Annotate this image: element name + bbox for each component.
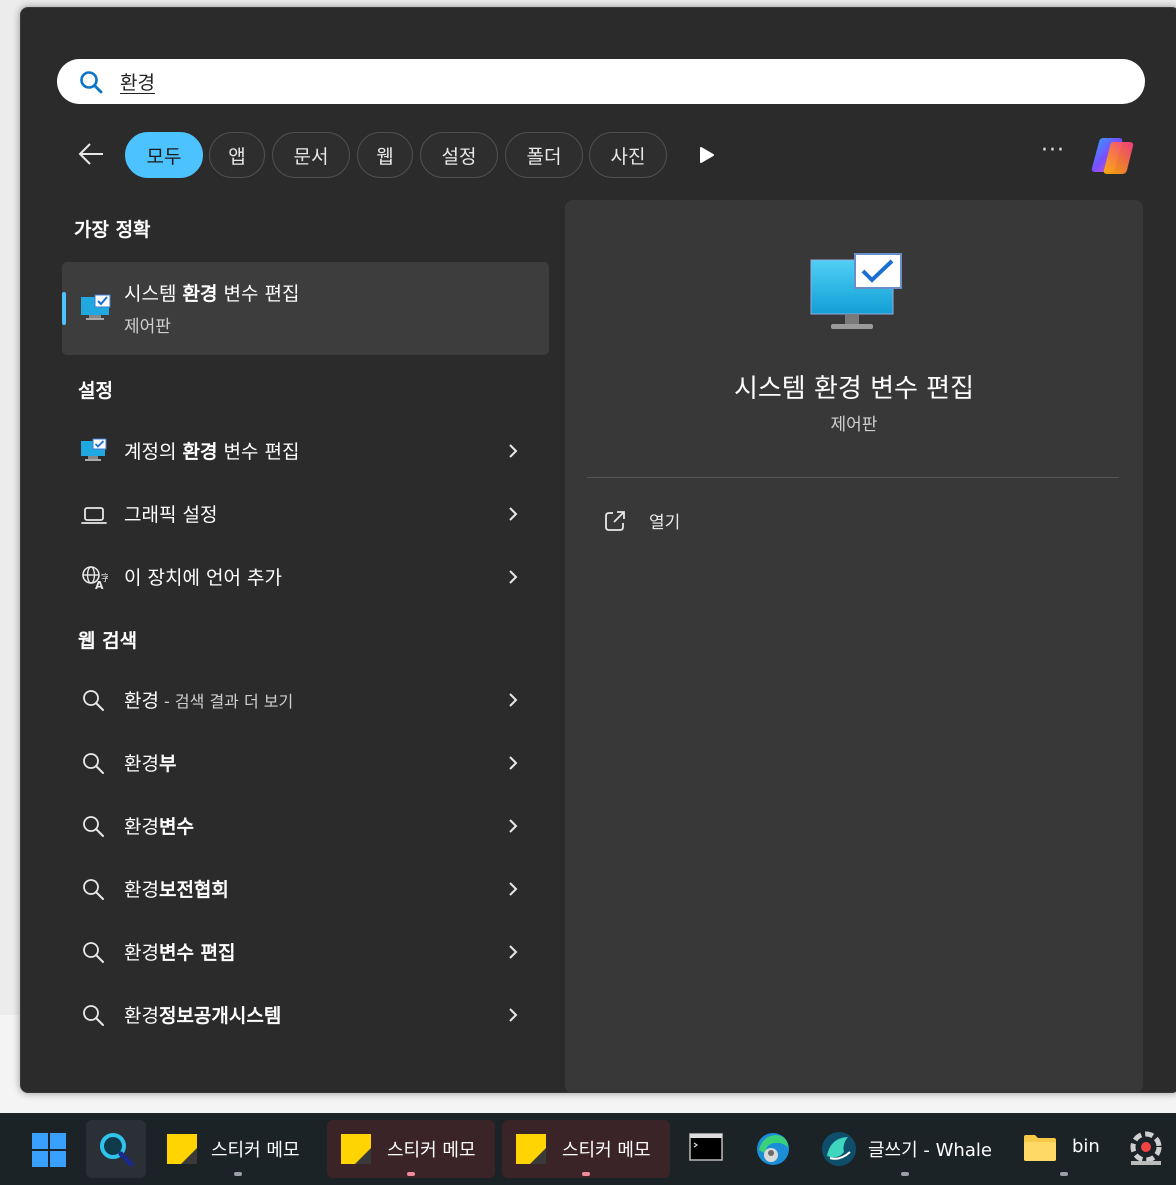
web-result-label: 환경변수 [124, 816, 194, 838]
terminal-icon [689, 1133, 723, 1161]
search-icon [83, 879, 104, 900]
settings-item-label: 이 장치에 언어 추가 [124, 567, 282, 589]
running-indicator [407, 1172, 415, 1176]
chevron-right-icon [509, 882, 518, 896]
best-match-subtitle: 제어판 [124, 317, 171, 337]
chevron-right-icon [509, 444, 518, 458]
taskbar-label: 글쓰기 - Whale [868, 1140, 992, 1161]
svg-text:字: 字 [101, 572, 108, 584]
windows-logo-icon [32, 1133, 66, 1167]
taskbar-sticky-notes-3[interactable]: 스티커 메모 [502, 1120, 670, 1178]
web-search-heading: 웹 검색 [78, 630, 138, 652]
taskbar-edge[interactable] [744, 1120, 800, 1178]
open-label: 열기 [649, 513, 681, 533]
running-indicator [1060, 1172, 1068, 1176]
detail-title: 시스템 환경 변수 편집 [733, 374, 975, 404]
taskbar-sticky-notes-2[interactable]: 스티커 메모 [327, 1120, 495, 1178]
search-input[interactable]: 환경 [120, 68, 155, 95]
best-match-title: 시스템 환경 변수 편집 [124, 283, 300, 305]
tab-documents[interactable]: 문서 [272, 132, 350, 178]
search-icon [100, 1133, 134, 1167]
monitor-check-icon [81, 438, 107, 461]
web-result-label: 환경보전협회 [124, 879, 229, 901]
search-icon [80, 71, 103, 94]
web-result-item[interactable]: 환경부 [62, 734, 549, 792]
search-icon [83, 1005, 104, 1026]
best-match-heading: 가장 정확 [74, 219, 151, 241]
settings-item[interactable]: 그래픽 설정 [62, 485, 549, 543]
settings-heading: 설정 [78, 380, 113, 402]
monitor-check-icon [810, 253, 902, 329]
best-match-item[interactable]: 시스템 환경 변수 편집 제어판 [62, 262, 549, 355]
search-icon [83, 816, 104, 837]
start-button[interactable] [20, 1120, 78, 1178]
open-external-icon [605, 511, 625, 531]
running-indicator [233, 1172, 242, 1176]
taskbar-label: 스티커 메모 [387, 1140, 476, 1161]
selection-indicator [62, 292, 66, 325]
taskbar-label: 스티커 메모 [562, 1140, 651, 1161]
more-options-button[interactable]: ··· [1041, 138, 1065, 163]
play-arrow-icon[interactable] [699, 146, 715, 164]
taskbar-label: 스티커 메모 [211, 1140, 300, 1161]
web-result-item[interactable]: 환경 - 검색 결과 더 보기 [62, 671, 549, 729]
web-result-item[interactable]: 환경보전협회 [62, 860, 549, 918]
back-arrow-icon[interactable] [77, 142, 105, 166]
taskbar-search-button[interactable] [86, 1120, 146, 1178]
search-box[interactable]: 환경 [57, 59, 1145, 104]
taskbar-photoscape[interactable] [1122, 1120, 1176, 1178]
web-result-label: 환경 - 검색 결과 더 보기 [124, 690, 294, 712]
web-result-item[interactable]: 환경정보공개시스템 [62, 986, 549, 1044]
settings-item-label: 그래픽 설정 [124, 504, 218, 526]
edge-browser-icon [757, 1133, 789, 1165]
chevron-right-icon [509, 945, 518, 959]
folder-icon [1024, 1135, 1056, 1161]
tab-apps[interactable]: 앱 [209, 132, 265, 178]
web-result-item[interactable]: 환경변수 [62, 797, 549, 855]
taskbar-whale[interactable]: 글쓰기 - Whale [810, 1120, 1000, 1178]
settings-item-label: 계정의 환경 변수 편집 [124, 441, 300, 463]
web-result-label: 환경정보공개시스템 [124, 1005, 282, 1027]
search-icon [83, 690, 104, 711]
chevron-right-icon [509, 570, 518, 584]
tab-all[interactable]: 모두 [125, 132, 203, 178]
search-icon [83, 942, 104, 963]
taskbar-terminal[interactable] [680, 1120, 734, 1178]
sticky-note-icon [516, 1134, 546, 1164]
copilot-icon[interactable] [1089, 132, 1137, 178]
photoscape-icon [1130, 1131, 1162, 1165]
chevron-right-icon [509, 693, 518, 707]
web-result-item[interactable]: 환경변수 편집 [62, 923, 549, 981]
chevron-right-icon [509, 756, 518, 770]
running-indicator [582, 1172, 590, 1176]
tab-folders[interactable]: 폴더 [505, 132, 583, 178]
taskbar: 스티커 메모 스티커 메모 스티커 메모 글쓰기 - Whale bin [0, 1113, 1176, 1185]
language-icon: A 字 [82, 566, 108, 590]
taskbar-label: bin [1072, 1136, 1100, 1157]
detail-pane: 시스템 환경 변수 편집 제어판 열기 [565, 200, 1143, 1093]
settings-item[interactable]: A 字 이 장치에 언어 추가 [62, 548, 549, 606]
taskbar-sticky-notes-1[interactable]: 스티커 메모 [155, 1120, 320, 1178]
chevron-right-icon [509, 1008, 518, 1022]
filter-tabs: 모두 앱 문서 웹 설정 폴더 사진 ··· [21, 130, 1176, 180]
chevron-right-icon [509, 819, 518, 833]
running-indicator [901, 1172, 909, 1176]
tab-settings[interactable]: 설정 [420, 132, 498, 178]
search-icon [83, 753, 104, 774]
tab-photos[interactable]: 사진 [589, 132, 667, 178]
detail-subtitle: 제어판 [830, 415, 878, 435]
start-search-panel: 환경 모두 앱 문서 웹 설정 폴더 사진 ··· 가장 정확 시스템 환경 변… [20, 7, 1176, 1093]
monitor-check-icon [81, 294, 111, 320]
whale-browser-icon [822, 1132, 856, 1166]
taskbar-file-explorer[interactable]: bin [1012, 1120, 1116, 1178]
laptop-icon [81, 507, 107, 524]
sticky-note-icon [167, 1134, 197, 1164]
web-result-label: 환경변수 편집 [124, 942, 236, 964]
divider [587, 477, 1119, 478]
chevron-right-icon [509, 507, 518, 521]
settings-item[interactable]: 계정의 환경 변수 편집 [62, 422, 549, 480]
sticky-note-icon [341, 1134, 371, 1164]
web-result-label: 환경부 [124, 753, 177, 775]
tab-web[interactable]: 웹 [357, 132, 413, 178]
